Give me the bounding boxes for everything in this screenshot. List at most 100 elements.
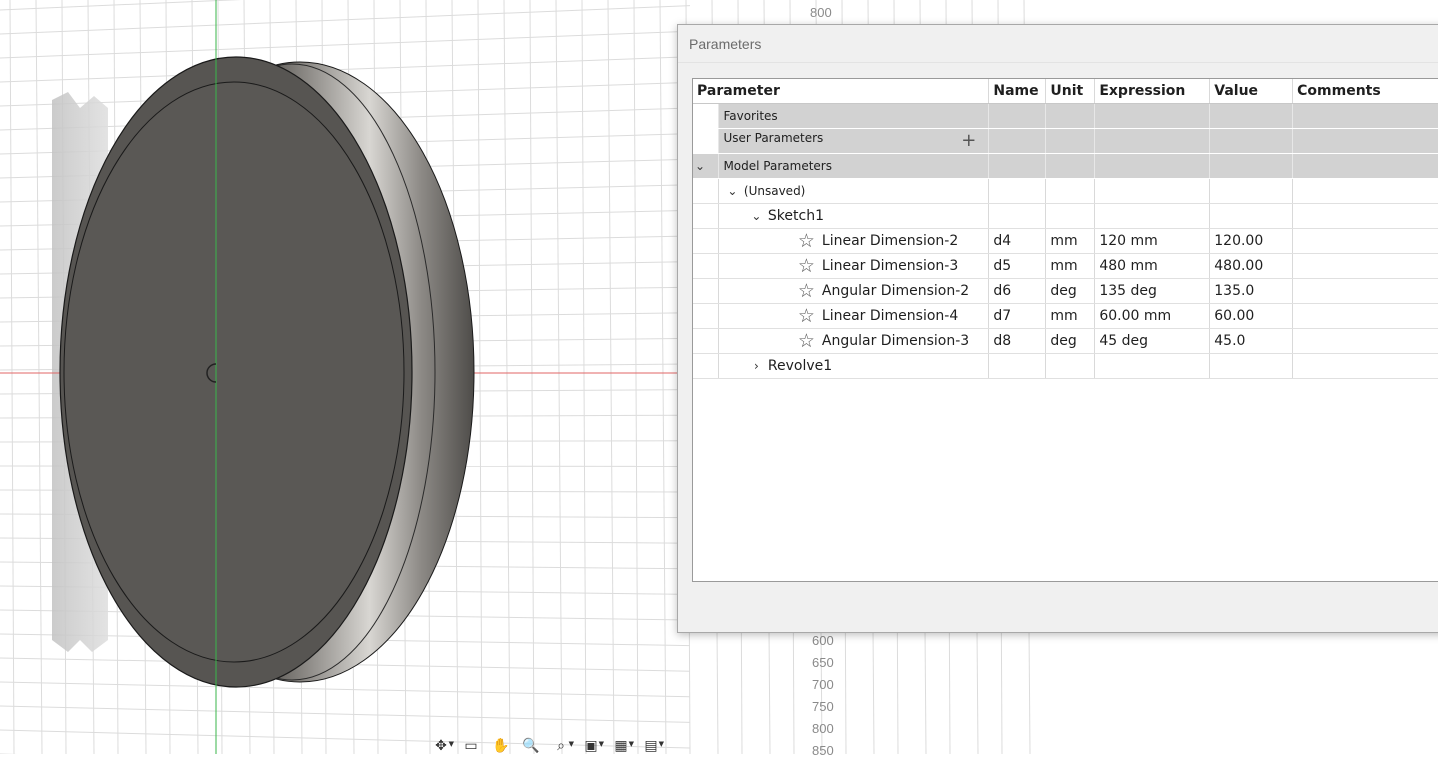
parameter-value: 480.00 (1210, 254, 1293, 279)
dialog-title: Parameters (689, 36, 761, 52)
ruler-label: 650 (812, 652, 838, 674)
parameter-row[interactable]: ☆ Linear Dimension-2d4mm120 mm120.00 (693, 229, 1438, 254)
parameter-expression[interactable]: 60.00 mm (1095, 304, 1210, 329)
parameter-unit[interactable]: mm (1046, 304, 1095, 329)
ruler-label: 600 (812, 630, 838, 652)
parameter-unit[interactable]: mm (1046, 254, 1095, 279)
parameter-comments[interactable] (1293, 254, 1438, 279)
parameter-value: 135.0 (1210, 279, 1293, 304)
column-header-comments[interactable]: Comments (1293, 79, 1438, 104)
zoom-icon-glyph: 🔍 (522, 738, 539, 754)
tree-row-sketch[interactable]: ⌄ Sketch1 (693, 204, 1438, 229)
disc-face-inner (64, 82, 404, 662)
favorite-star-icon[interactable]: ☆ (795, 256, 817, 276)
pan-icon[interactable]: ✋ (488, 738, 514, 754)
group-row-favorites[interactable]: Favorites (693, 104, 1438, 129)
tree-label-revolve: Revolve1 (768, 358, 832, 374)
parameters-table-frame: Parameter Name Unit Expression Value Com… (692, 78, 1438, 582)
add-user-parameter-icon[interactable]: + (961, 130, 976, 152)
parameter-expression[interactable]: 45 deg (1095, 329, 1210, 354)
group-label-model-parameters: Model Parameters (723, 159, 832, 173)
grid-line (582, 0, 586, 754)
favorite-star-icon[interactable]: ☆ (795, 281, 817, 301)
dropdown-arrow-icon[interactable]: ▼ (449, 736, 454, 752)
parameter-label: Linear Dimension-3 (822, 258, 958, 274)
grid-line (608, 0, 614, 754)
parameter-comments[interactable] (1293, 329, 1438, 354)
favorite-star-icon[interactable]: ☆ (795, 306, 817, 326)
grid-settings-icon-glyph: ▦ (614, 738, 627, 754)
parameter-expression[interactable]: 120 mm (1095, 229, 1210, 254)
parameter-unit[interactable]: deg (1046, 279, 1095, 304)
grid-line (556, 0, 562, 754)
parameter-comments[interactable] (1293, 229, 1438, 254)
orbit-icon-glyph: ✥ (435, 738, 447, 754)
column-header-parameter[interactable]: Parameter (693, 79, 989, 104)
grid-line (634, 0, 638, 754)
grid-settings-icon[interactable]: ▦▼ (608, 738, 634, 754)
parameter-label: Linear Dimension-4 (822, 308, 958, 324)
chevron-down-icon[interactable]: ⌄ (725, 184, 739, 198)
fit-icon[interactable]: ⌕▼ (548, 738, 574, 754)
zoom-icon[interactable]: 🔍 (518, 738, 544, 754)
parameter-name: d8 (989, 329, 1046, 354)
dropdown-arrow-icon[interactable]: ▼ (629, 736, 634, 752)
parameter-expression[interactable]: 135 deg (1095, 279, 1210, 304)
viewports-icon[interactable]: ▤▼ (638, 738, 664, 754)
look-at-icon[interactable]: ▭ (458, 738, 484, 754)
parameter-row[interactable]: ☆ Linear Dimension-4 d7mm60.00 mm60.00 (693, 304, 1438, 329)
parameter-unit[interactable]: mm (1046, 229, 1095, 254)
orbit-icon[interactable]: ✥▼ (428, 738, 454, 754)
chevron-down-icon[interactable]: ⌄ (693, 159, 707, 173)
chevron-down-icon[interactable]: ⌄ (749, 209, 763, 223)
dropdown-arrow-icon[interactable]: ▼ (659, 736, 664, 752)
ruler-label: 750 (812, 696, 838, 718)
grid-line (0, 31, 690, 58)
navigation-toolbar: ✥▼▭✋🔍⌕▼▣▼▦▼▤▼ (428, 738, 664, 754)
parameter-expression[interactable]: 480 mm (1095, 254, 1210, 279)
favorite-star-icon[interactable]: ☆ (795, 231, 817, 251)
parameter-name: d7 (989, 304, 1046, 329)
parameter-comments[interactable] (1293, 279, 1438, 304)
tree-row-revolve[interactable]: › Revolve1 (693, 354, 1438, 379)
ruler-label: 700 (812, 674, 838, 696)
pan-icon-glyph: ✋ (492, 738, 509, 754)
column-header-expression[interactable]: Expression (1095, 79, 1210, 104)
parameter-name: d6 (989, 279, 1046, 304)
tree-row-unsaved[interactable]: ⌄ (Unsaved) (693, 179, 1438, 204)
parameter-label: Angular Dimension-2 (822, 283, 969, 299)
group-label-favorites: Favorites (723, 109, 777, 123)
parameter-value: 60.00 (1210, 304, 1293, 329)
ruler-bottom: 600650700750800850 (812, 630, 838, 762)
grid-line (0, 0, 690, 10)
group-label-user-parameters: User Parameters (723, 131, 823, 145)
fit-icon-glyph: ⌕ (557, 738, 565, 754)
parameter-comments[interactable] (1293, 304, 1438, 329)
grid-line (0, 682, 690, 697)
parameter-name: d4 (989, 229, 1046, 254)
column-header-unit[interactable]: Unit (1046, 79, 1095, 104)
parameter-row[interactable]: ☆ Angular Dimension-2 d6deg135 deg135.0 (693, 279, 1438, 304)
chevron-right-icon[interactable]: › (749, 359, 763, 373)
tree-label-unsaved: (Unsaved) (744, 184, 805, 198)
parameter-label: Linear Dimension-2 (822, 233, 958, 249)
group-row-model-parameters[interactable]: ⌄ Model Parameters (693, 154, 1438, 179)
parameter-unit[interactable]: deg (1046, 329, 1095, 354)
parameters-table: Parameter Name Unit Expression Value Com… (693, 79, 1438, 379)
parameter-label: Angular Dimension-3 (822, 333, 969, 349)
grid-line (0, 706, 690, 722)
parameter-row[interactable]: ☆ Angular Dimension-3d8deg45 deg45.0 (693, 329, 1438, 354)
grid-line (0, 6, 690, 34)
column-header-name[interactable]: Name (989, 79, 1046, 104)
parameter-row[interactable]: ☆ Linear Dimension-3d5mm480 mm480.00 (693, 254, 1438, 279)
column-header-value[interactable]: Value (1210, 79, 1293, 104)
grid-line (10, 0, 14, 754)
dropdown-arrow-icon[interactable]: ▼ (599, 736, 604, 752)
group-row-user-parameters[interactable]: User Parameters + (693, 129, 1438, 154)
look-at-icon-glyph: ▭ (464, 738, 477, 754)
display-settings-icon[interactable]: ▣▼ (578, 738, 604, 754)
display-settings-icon-glyph: ▣ (584, 738, 597, 754)
grid-line (478, 0, 482, 754)
dropdown-arrow-icon[interactable]: ▼ (569, 736, 574, 752)
favorite-star-icon[interactable]: ☆ (795, 331, 817, 351)
